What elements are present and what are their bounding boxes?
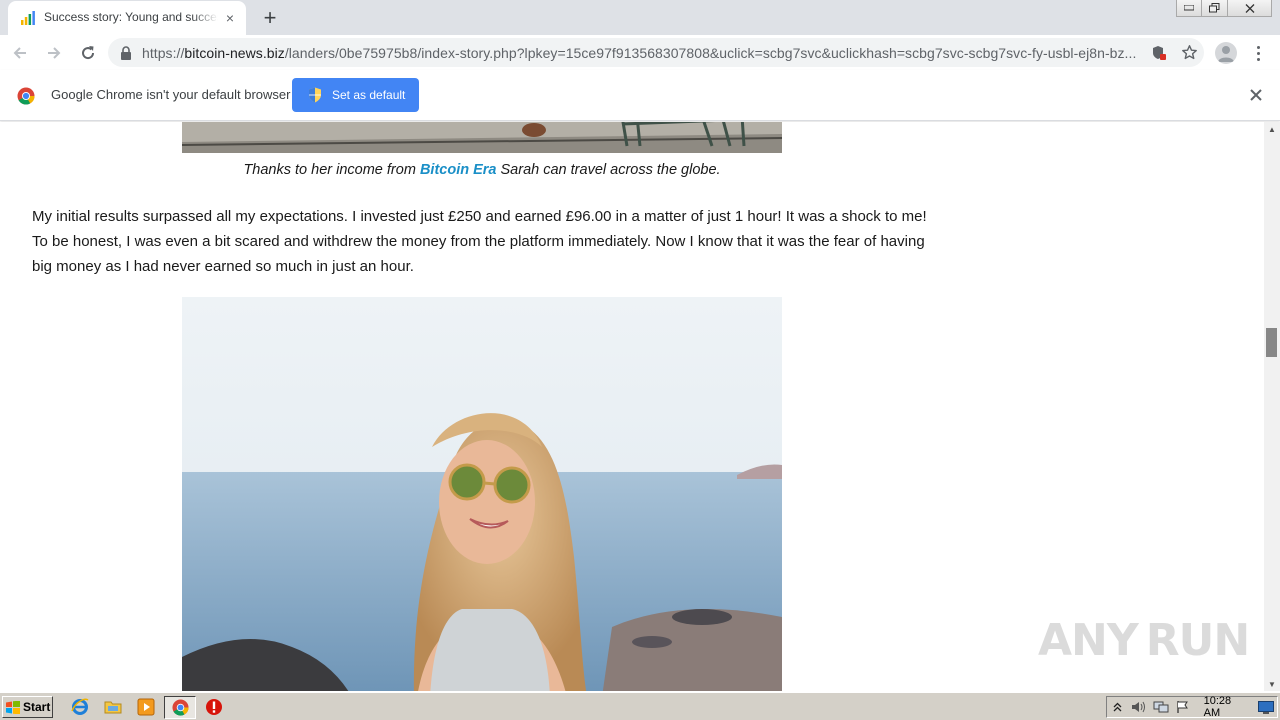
url-host: bitcoin-news.biz — [184, 44, 285, 61]
reload-icon — [82, 45, 95, 59]
windows-logo-icon — [6, 700, 20, 714]
taskbar-clock[interactable]: 10:28 AM — [1204, 695, 1250, 719]
system-tray: 10:28 AM — [1106, 695, 1278, 719]
infobar-close-icon[interactable] — [1247, 86, 1265, 104]
shield-icon — [309, 87, 321, 103]
restore-button[interactable] — [1202, 0, 1228, 17]
close-icon — [1245, 3, 1254, 13]
scrollbar-thumb[interactable] — [1266, 328, 1277, 357]
forward-button[interactable] — [40, 39, 68, 67]
chrome-logo-icon — [17, 87, 35, 105]
new-tab-button[interactable]: + — [258, 6, 282, 30]
close-window-button[interactable] — [1228, 0, 1272, 17]
woman-sunglasses-photo — [182, 297, 782, 691]
tab-title: Success story: Young and successful — [44, 10, 218, 24]
travel-photo-bottom-edge — [182, 122, 782, 153]
blocked-content-icon[interactable] — [1144, 45, 1174, 61]
minimize-icon — [1184, 5, 1194, 11]
watermark-text-right: RUN — [1145, 614, 1250, 666]
browser-tab-active[interactable]: Success story: Young and successful × — [8, 1, 246, 35]
url-path: /landers/0be75975b8/index-story.php?lpke… — [284, 44, 1137, 61]
address-bar[interactable]: https://bitcoin-news.biz/landers/0be7597… — [108, 38, 1204, 67]
image-caption: Thanks to her income from Bitcoin Era Sa… — [0, 162, 964, 178]
article-paragraph: My initial results surpassed all my expe… — [32, 208, 927, 275]
show-hidden-icons-chevron-icon[interactable] — [1107, 699, 1129, 715]
browser-toolbar: https://bitcoin-news.biz/landers/0be7597… — [0, 35, 1280, 70]
window-controls — [1176, 0, 1272, 18]
infobar-message: Google Chrome isn't your default browser — [51, 87, 291, 102]
menu-dot — [1256, 51, 1260, 55]
scroll-down-arrow-icon[interactable]: ▼ — [1264, 677, 1280, 691]
caption-text-start: Thanks to her income from — [243, 162, 420, 178]
tab-strip: Success story: Young and successful × + — [0, 0, 1280, 35]
reload-button[interactable] — [74, 39, 102, 67]
minimize-button[interactable] — [1176, 0, 1202, 17]
menu-dot — [1256, 45, 1260, 49]
back-button[interactable] — [6, 39, 34, 67]
network-icon[interactable] — [1150, 699, 1172, 715]
file-explorer-icon[interactable] — [104, 698, 122, 716]
internet-explorer-icon[interactable] — [71, 698, 89, 716]
watermark-text-left: ANY — [1038, 614, 1139, 666]
profile-avatar-icon[interactable] — [1215, 42, 1237, 64]
media-player-icon[interactable] — [137, 698, 155, 716]
arrow-right-icon — [48, 46, 61, 59]
tab-close-icon[interactable]: × — [222, 10, 238, 26]
anyrun-watermark-logo: ANY RUN — [1038, 610, 1250, 670]
action-center-flag-icon[interactable] — [1172, 699, 1194, 715]
start-label: Start — [23, 700, 51, 714]
lock-icon[interactable] — [120, 45, 132, 60]
vertical-scrollbar[interactable]: ▲ ▼ — [1264, 122, 1280, 691]
caption-text-end: Sarah can travel across the globe. — [496, 162, 721, 178]
volume-icon[interactable] — [1129, 699, 1151, 715]
show-desktop-icon[interactable] — [1255, 699, 1277, 715]
chrome-taskbar-icon — [172, 699, 189, 716]
chrome-menu-icon[interactable] — [1250, 42, 1266, 64]
set-as-default-button[interactable]: Set as default — [292, 78, 419, 112]
bar-chart-favicon-icon — [21, 11, 35, 25]
menu-dot — [1256, 57, 1260, 61]
default-browser-infobar: Google Chrome isn't your default browser… — [0, 70, 1280, 121]
windows-taskbar: Start 10:28 AM — [0, 692, 1280, 720]
stop-sign-app-icon[interactable] — [205, 698, 223, 716]
restore-icon — [1209, 3, 1220, 13]
bookmark-star-icon[interactable] — [1174, 44, 1204, 61]
chrome-taskbar-button-active[interactable] — [164, 696, 196, 719]
url-text[interactable]: https://bitcoin-news.biz/landers/0be7597… — [142, 45, 1144, 61]
url-scheme: https:// — [142, 44, 185, 61]
scroll-up-arrow-icon[interactable]: ▲ — [1264, 122, 1280, 136]
start-button[interactable]: Start — [2, 696, 53, 718]
bitcoin-era-link[interactable]: Bitcoin Era — [420, 162, 497, 178]
arrow-left-icon — [13, 46, 26, 59]
set-as-default-label: Set as default — [332, 88, 406, 102]
page-viewport: Thanks to her income from Bitcoin Era Sa… — [0, 122, 1264, 691]
